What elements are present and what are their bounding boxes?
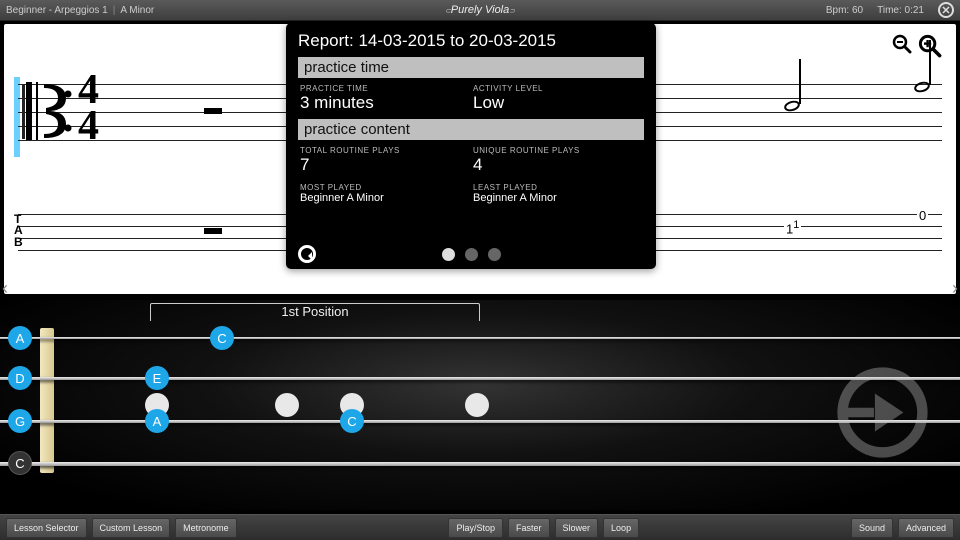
pager-dot[interactable]: [465, 248, 478, 261]
most-played-label: MOST PLAYED: [300, 183, 469, 192]
tab-rest-icon: [204, 228, 222, 234]
activity-level-label: ACTIVITY LEVEL: [473, 84, 642, 93]
string-d: [0, 377, 960, 380]
unique-plays-value: 4: [473, 155, 642, 175]
fret-note[interactable]: E: [145, 366, 169, 390]
sound-button[interactable]: Sound: [851, 518, 893, 538]
fret-note[interactable]: A: [145, 409, 169, 433]
report-title: Report: 14-03-2015 to 20-03-2015: [298, 31, 644, 51]
alto-clef-icon: [26, 74, 76, 163]
top-bar: Beginner - Arpeggios 1 | A Minor ⊂Purely…: [0, 0, 960, 21]
zoom-out-button[interactable]: [892, 34, 912, 58]
loop-button[interactable]: Loop: [603, 518, 639, 538]
slower-button[interactable]: Slower: [555, 518, 599, 538]
report-panel: Report: 14-03-2015 to 20-03-2015 practic…: [286, 23, 656, 269]
open-note-d[interactable]: D: [8, 366, 32, 390]
report-section-heading: practice time: [298, 57, 644, 78]
tab-number: 0: [917, 208, 928, 223]
fret-marker: [275, 393, 299, 417]
total-plays-label: TOTAL ROUTINE PLAYS: [300, 146, 469, 155]
whole-rest-icon: [204, 108, 222, 114]
report-section-heading: practice content: [298, 119, 644, 140]
time-readout: Time: 0:21: [877, 5, 924, 16]
metronome-button[interactable]: Metronome: [175, 518, 237, 538]
tab-number: 11: [784, 219, 801, 236]
play-overlay-icon[interactable]: [835, 365, 930, 460]
faster-button[interactable]: Faster: [508, 518, 550, 538]
separator: |: [113, 5, 116, 16]
open-note-c[interactable]: C: [8, 451, 32, 475]
report-pager: [286, 248, 656, 261]
lesson-key-label: A Minor: [120, 5, 154, 16]
prev-page-button[interactable]: ‹: [2, 278, 8, 299]
bottom-toolbar: Lesson Selector Custom Lesson Metronome …: [0, 514, 960, 540]
pager-dot[interactable]: [488, 248, 501, 261]
unique-plays-label: UNIQUE ROUTINE PLAYS: [473, 146, 642, 155]
most-played-value: Beginner A Minor: [300, 192, 469, 204]
total-plays-value: 7: [300, 155, 469, 175]
least-played-label: LEAST PLAYED: [473, 183, 642, 192]
bpm-readout: Bpm: 60: [826, 5, 863, 16]
tab-clef-label: TAB: [14, 214, 24, 248]
string-g: [0, 420, 960, 423]
position-label: 1st Position: [260, 304, 370, 319]
fret-note[interactable]: C: [340, 409, 364, 433]
custom-lesson-button[interactable]: Custom Lesson: [92, 518, 171, 538]
open-note-g[interactable]: G: [8, 409, 32, 433]
lesson-selector-button[interactable]: Lesson Selector: [6, 518, 87, 538]
practice-time-value: 3 minutes: [300, 93, 469, 113]
least-played-value: Beginner A Minor: [473, 192, 642, 204]
fret-marker: [465, 393, 489, 417]
next-page-button[interactable]: ›: [952, 278, 958, 299]
string-a: [0, 337, 960, 339]
app-brand: ⊂Purely Viola⊃: [445, 4, 515, 16]
pager-dot[interactable]: [442, 248, 455, 261]
string-c: [0, 462, 960, 466]
activity-level-value: Low: [473, 93, 642, 113]
play-stop-button[interactable]: Play/Stop: [448, 518, 503, 538]
fret-note[interactable]: C: [210, 326, 234, 350]
note: [914, 82, 930, 92]
time-signature: 44: [78, 72, 99, 144]
nut: [40, 328, 54, 473]
open-note-a[interactable]: A: [8, 326, 32, 350]
fretboard-panel: 1st Position A D G C C E A C: [0, 300, 960, 510]
close-button[interactable]: ✕: [938, 2, 954, 18]
note: [784, 101, 800, 111]
lesson-group-label: Beginner - Arpeggios 1: [6, 5, 108, 16]
practice-time-label: PRACTICE TIME: [300, 84, 469, 93]
advanced-button[interactable]: Advanced: [898, 518, 954, 538]
